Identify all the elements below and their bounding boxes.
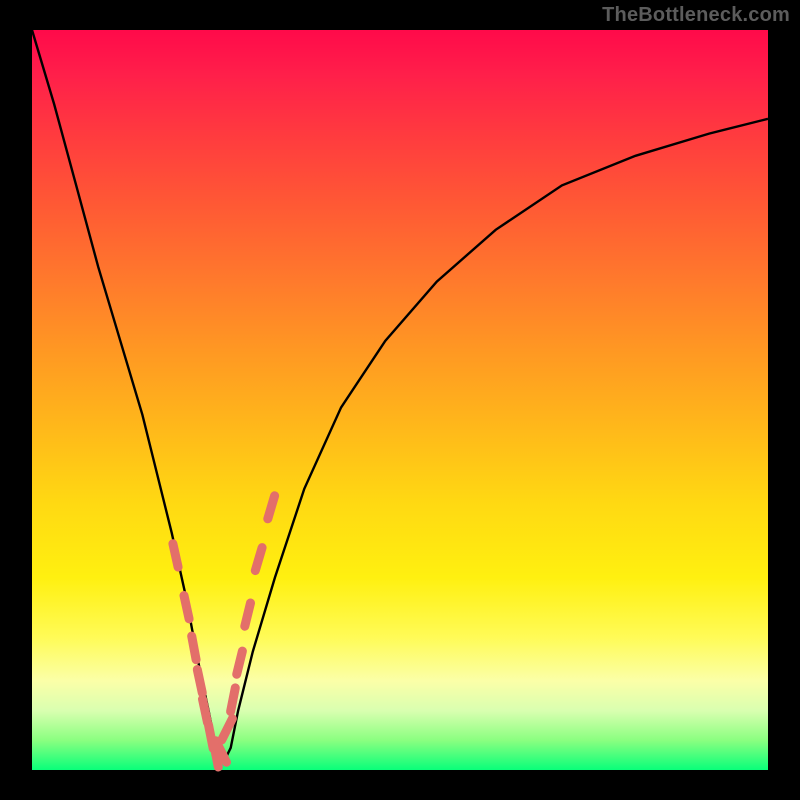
bottleneck-curve (32, 30, 768, 763)
curve-marker (231, 688, 236, 712)
curve-marker (197, 670, 202, 693)
curve-marker (184, 596, 189, 619)
curve-marker (245, 603, 251, 626)
curve-marker (203, 699, 208, 722)
watermark-text: TheBottleneck.com (602, 4, 790, 27)
curve-marker (222, 719, 233, 740)
curve-marker (173, 544, 178, 567)
curve-marker (268, 496, 275, 519)
curve-marker (237, 651, 243, 674)
curve-layer (32, 30, 768, 770)
plot-area (32, 30, 768, 770)
curve-marker (192, 636, 196, 660)
curve-path (32, 30, 768, 763)
chart-frame: TheBottleneck.com (0, 0, 800, 800)
curve-marker (255, 548, 262, 571)
